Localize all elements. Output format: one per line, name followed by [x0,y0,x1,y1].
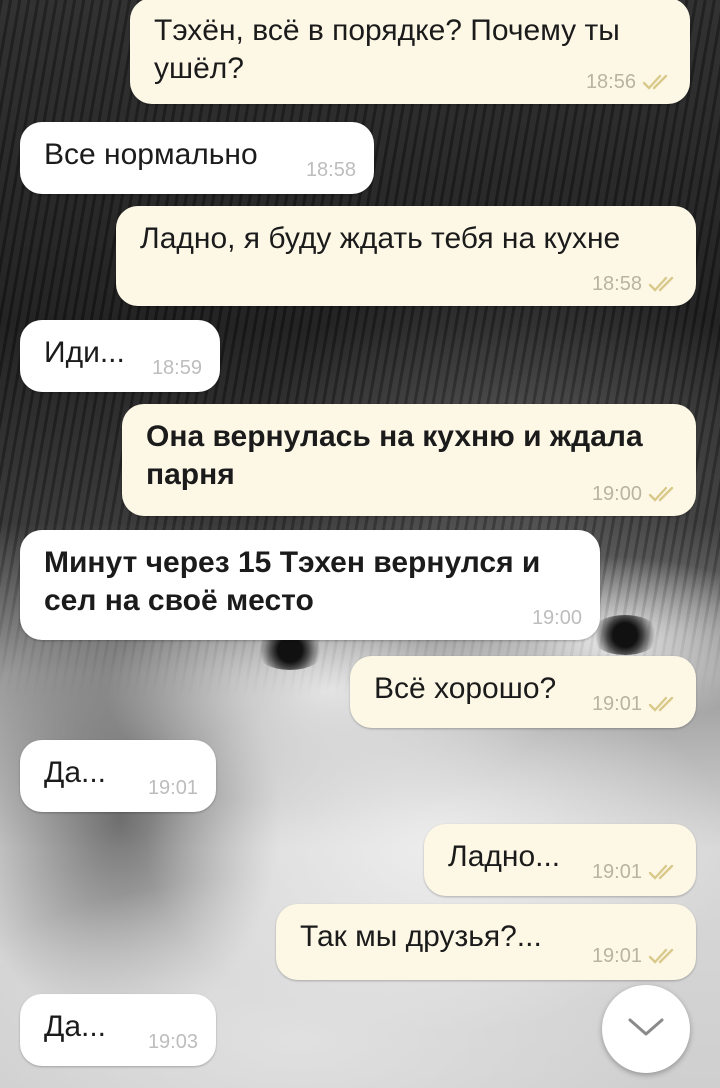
message-bubble-incoming[interactable]: Да... 19:01 [20,740,216,812]
message-time: 19:01 [591,861,642,883]
double-check-icon [648,947,678,965]
message-time: 19:03 [147,1031,198,1053]
message-bubble-incoming[interactable]: Да... 19:03 [20,994,216,1066]
message-meta: 19:00 [532,606,582,630]
double-check-icon [648,863,678,881]
double-check-icon [648,695,678,713]
message-text: Всё хорошо? [374,672,557,705]
message-time: 18:58 [591,273,642,295]
chevron-down-icon [626,1015,666,1044]
message-time: 19:01 [591,945,642,967]
message-bubble-incoming[interactable]: Иди... 18:59 [20,320,220,392]
message-text: Она вернулась на кухню и ждала парня [146,420,651,491]
message-meta: 19:00 [592,482,678,506]
message-bubble-outgoing[interactable]: Всё хорошо? 19:01 [350,656,696,728]
message-text: Да... [44,756,107,789]
message-time: 19:01 [147,777,198,799]
message-text: Ладно... [448,840,561,873]
message-text: Иди... [44,336,125,369]
message-meta: 18:58 [306,158,356,182]
message-text: Да... [44,1010,107,1043]
message-bubble-outgoing[interactable]: Ладно, я буду ждать тебя на кухне 18:58 [116,206,696,306]
message-meta: 18:58 [592,272,678,296]
message-meta: 19:01 [592,860,678,884]
message-text: Тэхён, всё в порядке? Почему ты ушёл? [154,14,629,85]
message-text: Ладно, я буду ждать тебя на кухне [140,222,621,255]
double-check-icon [648,275,678,293]
message-text: Так мы друзья?... [300,920,542,953]
message-bubble-incoming[interactable]: Все нормально 18:58 [20,122,374,194]
double-check-icon [648,485,678,503]
message-time: 18:59 [151,357,202,379]
message-meta: 19:01 [592,692,678,716]
message-meta: 19:01 [148,776,198,800]
scroll-to-bottom-button[interactable] [602,985,690,1073]
message-meta: 18:59 [152,356,202,380]
message-list[interactable]: Тэхён, всё в порядке? Почему ты ушёл? 18… [0,0,720,1088]
message-meta: 18:56 [586,70,672,94]
message-text: Минут через 15 Тэхен вернулся и сел на с… [44,546,549,617]
message-time: 19:00 [531,607,582,629]
message-bubble-outgoing[interactable]: Так мы друзья?... 19:01 [276,904,696,980]
message-time: 19:01 [591,693,642,715]
message-meta: 19:03 [148,1030,198,1054]
message-bubble-outgoing[interactable]: Она вернулась на кухню и ждала парня 19:… [122,404,696,516]
message-time: 18:56 [585,71,636,93]
message-bubble-outgoing[interactable]: Ладно... 19:01 [424,824,696,896]
message-time: 18:58 [305,159,356,181]
message-bubble-incoming[interactable]: Минут через 15 Тэхен вернулся и сел на с… [20,530,600,640]
message-bubble-outgoing[interactable]: Тэхён, всё в порядке? Почему ты ушёл? 18… [130,0,690,104]
message-time: 19:00 [591,483,642,505]
message-meta: 19:01 [592,944,678,968]
message-text: Все нормально [44,138,258,171]
double-check-icon [642,73,672,91]
